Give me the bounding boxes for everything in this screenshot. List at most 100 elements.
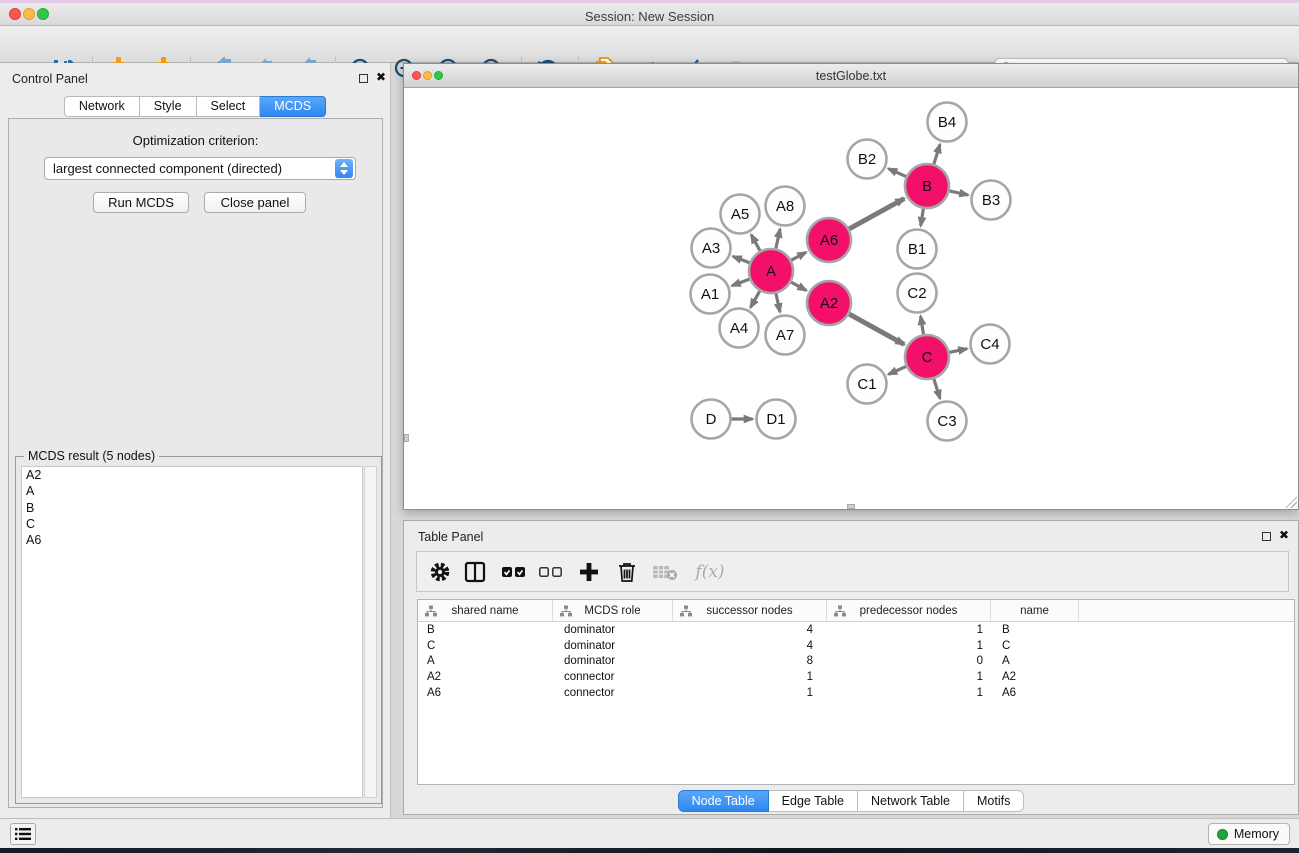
graph-edge-A-A6[interactable] [791,252,806,260]
graph-node-A3[interactable]: A3 [692,229,731,268]
mcds-result-item[interactable]: C [22,516,362,532]
graph-node-A6[interactable]: A6 [807,218,851,262]
graph-node-label: A3 [702,240,720,257]
table-cell: 0 [827,655,991,667]
graph-edge-C-C4[interactable] [950,349,967,353]
graph-edge-A-A1[interactable] [732,279,749,286]
close-panel-icon[interactable]: ✖ [376,70,386,84]
task-history-button[interactable] [10,823,36,845]
network-window-titlebar[interactable]: testGlobe.txt [404,64,1298,88]
table-cell: dominator [553,640,673,652]
tab-mcds[interactable]: MCDS [260,96,326,117]
graph-node-C1[interactable]: C1 [848,365,887,404]
mcds-result-list: A2ABCA6 [21,466,363,798]
table-cell: 1 [827,624,991,636]
settings-gear-icon[interactable] [427,559,453,585]
run-mcds-button[interactable]: Run MCDS [93,192,189,213]
mcds-result-item[interactable]: A6 [22,532,362,548]
graph-node-C3[interactable]: C3 [928,402,967,441]
delete-icon[interactable] [614,559,640,585]
float-table-panel-icon[interactable] [1262,532,1271,541]
column-header-MCDS-role[interactable]: MCDS role [553,600,673,621]
table-cell: A [418,655,553,667]
table-row[interactable]: Adominator80A [418,654,1294,670]
function-builder-icon[interactable]: f(x) [693,559,727,585]
memory-label: Memory [1234,827,1279,841]
column-header-predecessor-nodes[interactable]: predecessor nodes [827,600,991,621]
float-panel-icon[interactable] [359,74,368,83]
columns-icon[interactable] [462,559,488,585]
table-cell: dominator [553,655,673,667]
graph-node-label: A4 [730,320,748,337]
table-row[interactable]: Cdominator41C [418,638,1294,654]
graph-node-B[interactable]: B [905,164,949,208]
memory-button[interactable]: Memory [1208,823,1290,845]
mcds-list-scrollbar[interactable] [364,466,377,798]
table-cell: C [991,640,1079,652]
table-row[interactable]: A2connector11A2 [418,669,1294,685]
table-row[interactable]: Bdominator41B [418,622,1294,638]
network-canvas[interactable]: B4 B2 B B3 A8A5 A6 A3 B1 A C2 A1 A2 A4 A7 C4 C C1 D D1 C3 [404,88,1298,509]
graph-edge-B-B2[interactable] [888,169,906,177]
graph-edge-A6-B[interactable] [849,199,904,229]
column-header-shared-name[interactable]: shared name [418,600,553,621]
graph-node-label: C2 [907,285,926,302]
graph-node-label: A1 [701,286,719,303]
tab-node-table[interactable]: Node Table [678,790,769,812]
graph-node-C2[interactable]: C2 [898,274,937,313]
graph-node-label: B [922,178,932,195]
mcds-result-item[interactable]: B [22,500,362,516]
graph-node-D1[interactable]: D1 [757,400,796,439]
delete-table-icon[interactable] [652,559,678,585]
select-all-icon[interactable] [501,559,527,585]
graph-edge-C-C3[interactable] [934,379,940,399]
graph-node-A8[interactable]: A8 [766,187,805,226]
scroll-marker [404,434,409,442]
graph-node-B3[interactable]: B3 [972,181,1011,220]
add-column-icon[interactable] [576,559,602,585]
graph-node-A7[interactable]: A7 [766,316,805,355]
graph-edge-B-B4[interactable] [934,144,940,164]
graph-edge-A-A2[interactable] [791,282,806,290]
graph-edge-A2-C[interactable] [849,314,904,344]
column-header-name[interactable]: name [991,600,1079,621]
graph-edge-A-A4[interactable] [751,291,760,307]
graph-node-A5[interactable]: A5 [721,195,760,234]
tab-motifs[interactable]: Motifs [964,790,1024,812]
network-window-title: testGlobe.txt [404,69,1298,83]
deselect-all-icon[interactable] [538,559,564,585]
graph-edge-A-A7[interactable] [776,293,780,312]
graph-node-C[interactable]: C [905,335,949,379]
table-row[interactable]: A6connector11A6 [418,685,1294,701]
resize-grip-icon[interactable] [1285,496,1297,508]
close-table-panel-icon[interactable]: ✖ [1279,528,1289,542]
graph-edge-C-C1[interactable] [888,366,906,374]
graph-node-C4[interactable]: C4 [971,325,1010,364]
graph-edge-B-B3[interactable] [949,191,968,195]
tab-edge-table[interactable]: Edge Table [769,790,858,812]
tab-network-table[interactable]: Network Table [858,790,964,812]
tab-network[interactable]: Network [64,96,140,117]
tab-style[interactable]: Style [140,96,197,117]
network-graph[interactable]: B4 B2 B B3 A8A5 A6 A3 B1 A C2 A1 A2 A4 A7 C4 C C1 D D1 C3 [404,88,1298,509]
graph-edge-B-B1[interactable] [921,209,924,226]
column-header-successor-nodes[interactable]: successor nodes [673,600,827,621]
graph-node-D[interactable]: D [692,400,731,439]
graph-edge-A-A5[interactable] [751,235,760,251]
mcds-result-item[interactable]: A2 [22,467,362,483]
graph-node-B1[interactable]: B1 [898,230,937,269]
criterion-dropdown[interactable]: largest connected component (directed) [44,157,356,180]
graph-edge-A-A8[interactable] [776,229,780,249]
mcds-result-item[interactable]: A [22,483,362,499]
graph-node-A1[interactable]: A1 [691,275,730,314]
mcds-tab-pane: Optimization criterion: largest connecte… [8,118,383,808]
graph-node-A2[interactable]: A2 [807,281,851,325]
graph-node-B2[interactable]: B2 [848,140,887,179]
graph-node-A4[interactable]: A4 [720,309,759,348]
graph-edge-C-C2[interactable] [921,316,924,334]
graph-node-A[interactable]: A [749,249,793,293]
graph-node-B4[interactable]: B4 [928,103,967,142]
tab-select[interactable]: Select [197,96,261,117]
graph-edge-A-A3[interactable] [733,256,750,262]
close-panel-button[interactable]: Close panel [204,192,306,213]
